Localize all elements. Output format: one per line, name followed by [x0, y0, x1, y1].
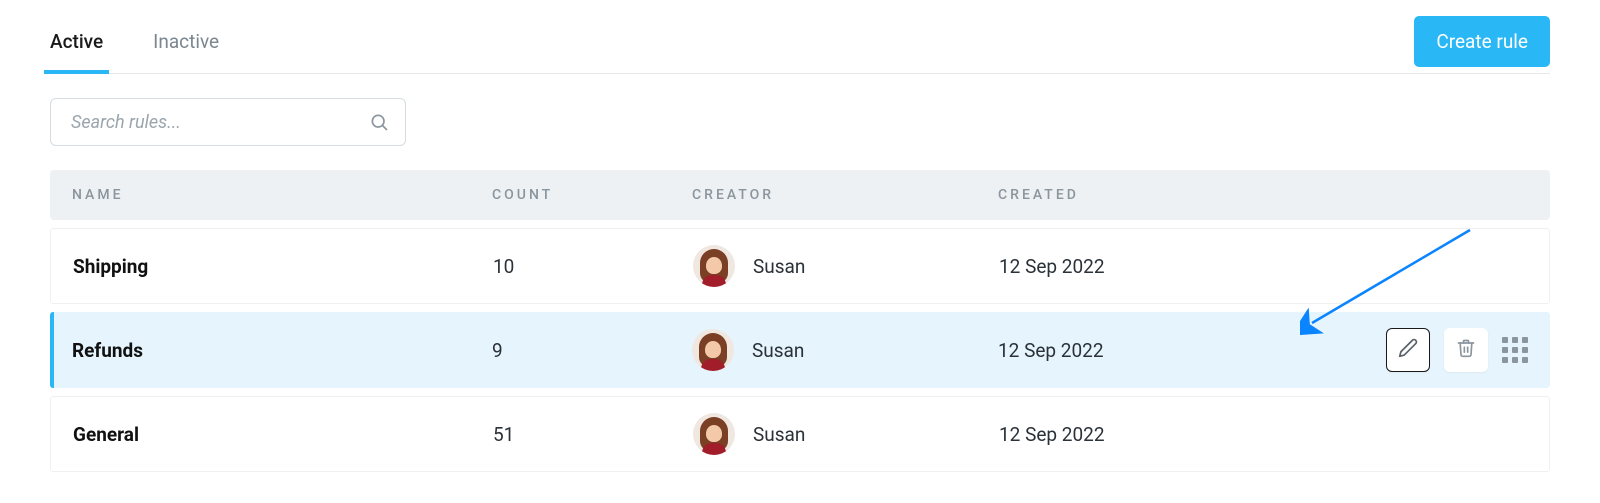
avatar [693, 245, 735, 287]
creator-name: Susan [752, 339, 804, 362]
table-row[interactable]: Shipping 10 Susan 12 Sep 2022 [50, 228, 1550, 304]
pencil-icon [1398, 338, 1418, 363]
tab-inactive[interactable]: Inactive [153, 10, 219, 73]
table-header: NAME COUNT CREATOR CREATED [50, 170, 1550, 220]
creator-name: Susan [753, 423, 805, 446]
edit-button[interactable] [1386, 328, 1430, 372]
search-icon[interactable] [369, 112, 389, 132]
tab-active[interactable]: Active [50, 10, 103, 73]
create-rule-button[interactable]: Create rule [1414, 16, 1550, 67]
column-header-creator: CREATOR [692, 187, 998, 203]
rule-count: 10 [493, 255, 693, 278]
column-header-count: COUNT [492, 187, 692, 203]
search-container [50, 98, 406, 146]
table-row[interactable]: General 51 Susan 12 Sep 2022 [50, 396, 1550, 472]
rule-name: Shipping [73, 255, 493, 278]
column-header-created: CREATED [998, 187, 1258, 203]
avatar [692, 329, 734, 371]
search-input[interactable] [71, 112, 369, 133]
created-date: 12 Sep 2022 [998, 339, 1258, 362]
tabs-container: Active Inactive [50, 10, 219, 73]
column-header-name: NAME [72, 187, 492, 203]
table-row[interactable]: Refunds 9 Susan 12 Sep 2022 [50, 312, 1550, 388]
delete-button[interactable] [1444, 328, 1488, 372]
trash-icon [1456, 338, 1476, 363]
avatar [693, 413, 735, 455]
rule-name: Refunds [72, 339, 492, 362]
rule-count: 51 [493, 423, 693, 446]
rule-name: General [73, 423, 493, 446]
created-date: 12 Sep 2022 [999, 255, 1259, 278]
created-date: 12 Sep 2022 [999, 423, 1259, 446]
creator-name: Susan [753, 255, 805, 278]
drag-handle-icon[interactable] [1502, 337, 1528, 363]
rule-count: 9 [492, 339, 692, 362]
